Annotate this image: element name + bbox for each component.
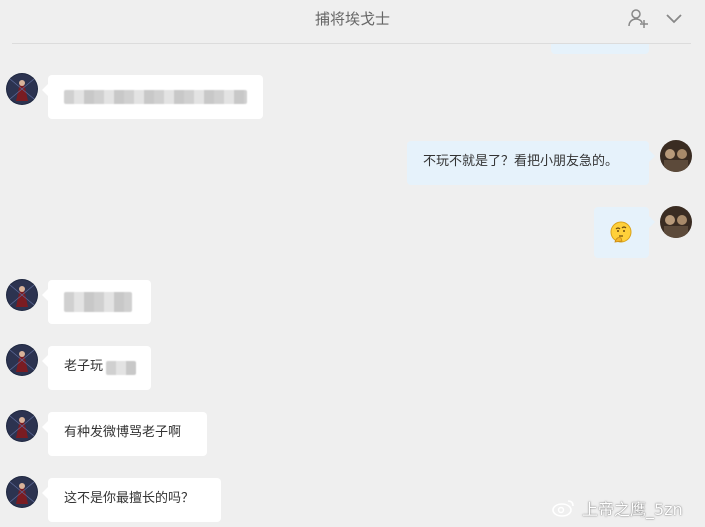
weibo-icon xyxy=(552,500,574,517)
message-text: 老子玩 xyxy=(64,359,104,374)
message-bubble[interactable] xyxy=(48,280,151,324)
contact-avatar[interactable] xyxy=(6,279,38,311)
message-bubble[interactable]: 老子玩 xyxy=(48,346,151,390)
message-text: 不玩不就是了？看把小朋友急的。 xyxy=(423,154,619,169)
bubble-tail xyxy=(649,150,655,162)
message-text: 这不是你最擅长的吗？ xyxy=(64,491,195,506)
user-avatar[interactable] xyxy=(660,206,692,238)
bubble-tail xyxy=(649,216,655,228)
add-member-icon[interactable] xyxy=(626,6,650,30)
bubble-tail xyxy=(42,289,48,301)
watermark: 上帝之鹰_5zn xyxy=(552,496,683,520)
message-text: 有种发微博骂老子啊 xyxy=(64,425,182,440)
bubble-tail xyxy=(42,487,48,499)
bubble-tail xyxy=(42,355,48,367)
contact-avatar[interactable] xyxy=(6,410,38,442)
contact-avatar[interactable] xyxy=(6,476,38,508)
thinking-emoji-icon xyxy=(610,221,632,243)
contact-avatar[interactable] xyxy=(6,73,38,105)
message-bubble[interactable]: 这不是你最擅长的吗？ xyxy=(48,478,221,522)
message-bubble[interactable] xyxy=(594,207,649,258)
watermark-text: 上帝之鹰_5zn xyxy=(582,500,683,519)
blurred-text xyxy=(64,292,132,312)
blurred-text xyxy=(106,361,136,375)
chevron-down-icon[interactable] xyxy=(662,6,686,30)
chat-title: 捕将埃戈士 xyxy=(314,10,390,28)
bubble-tail xyxy=(42,84,48,96)
blurred-text xyxy=(64,90,247,104)
message-bubble[interactable] xyxy=(48,75,263,119)
bubble-tail xyxy=(42,421,48,433)
partial-outgoing-bubble xyxy=(551,44,649,54)
chat-header: 捕将埃戈士 xyxy=(0,0,705,44)
message-bubble[interactable]: 不玩不就是了？看把小朋友急的。 xyxy=(407,141,649,185)
contact-avatar[interactable] xyxy=(6,344,38,376)
message-bubble[interactable]: 有种发微博骂老子啊 xyxy=(48,412,207,456)
user-avatar[interactable] xyxy=(660,140,692,172)
